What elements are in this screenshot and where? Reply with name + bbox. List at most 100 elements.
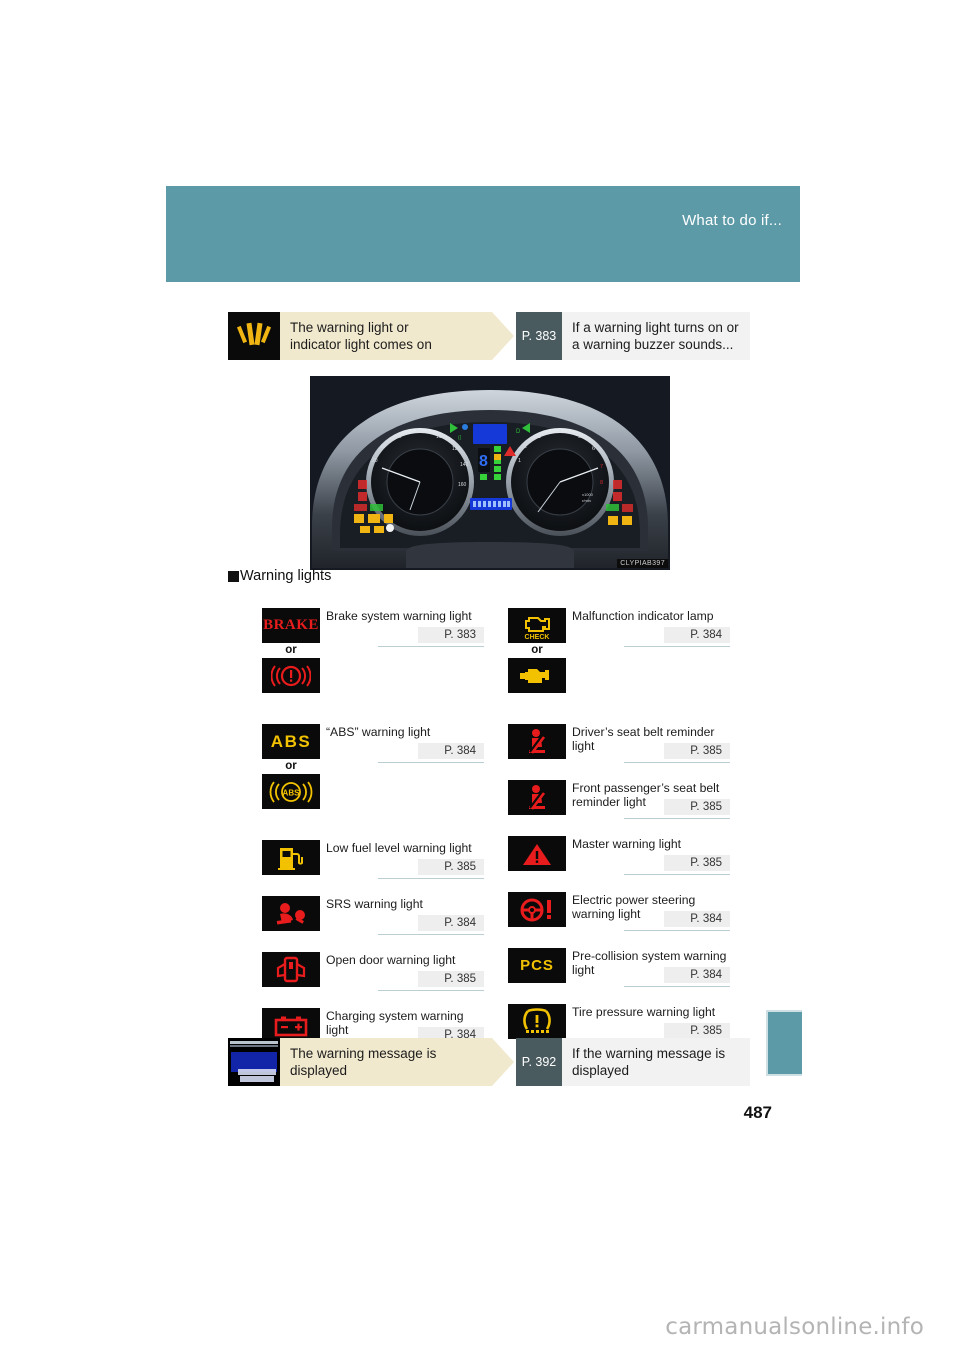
page-number: 487 bbox=[743, 1103, 772, 1122]
page-reference[interactable]: P. 385 bbox=[664, 743, 730, 759]
row-body: Open door warning light P. 385 bbox=[320, 952, 484, 991]
bottom-flow-banner: The warning message is displayed P. 392 … bbox=[228, 1038, 750, 1086]
section-heading-text: Warning lights bbox=[240, 568, 332, 584]
icon-stack bbox=[508, 836, 566, 871]
page-reference[interactable]: P. 384 bbox=[664, 911, 730, 927]
row-body: Driver’s seat belt reminder light P. 385 bbox=[566, 724, 730, 763]
table-row: Open door warning light P. 385 bbox=[262, 952, 484, 996]
display-text-line-1 bbox=[238, 1069, 276, 1075]
battery-art bbox=[274, 1016, 308, 1036]
page-reference[interactable]: P. 384 bbox=[418, 915, 484, 931]
row-label: Open door warning light bbox=[326, 953, 456, 967]
page-reference[interactable]: P. 385 bbox=[418, 859, 484, 875]
icon-stack: BRAKE or bbox=[262, 608, 320, 693]
warning-lights-right-column: CHECK or Malfunction indicator lamp P. 3… bbox=[508, 608, 730, 1060]
abs-circle-art: ABS bbox=[269, 780, 313, 803]
page-reference[interactable]: P. 384 bbox=[418, 743, 484, 759]
brake-circle-exclamation-icon bbox=[262, 658, 320, 693]
engine-art bbox=[520, 668, 549, 683]
tire-pressure-icon bbox=[508, 1004, 566, 1039]
top-flow-banner: The warning light or indicator light com… bbox=[228, 312, 750, 360]
or-separator: or bbox=[285, 644, 297, 656]
svg-text:80: 80 bbox=[416, 429, 422, 435]
page-reference[interactable]: P. 385 bbox=[664, 1023, 730, 1039]
table-row: Driver’s seat belt reminder light P. 385 bbox=[508, 724, 730, 768]
condition-box: The warning message is displayed bbox=[280, 1038, 492, 1086]
svg-text:7: 7 bbox=[600, 464, 603, 470]
row-divider bbox=[624, 762, 730, 763]
row-divider bbox=[624, 986, 730, 987]
fuel-pump-art bbox=[278, 847, 303, 870]
brake-text-icon: BRAKE bbox=[262, 608, 320, 643]
row-body: Brake system warning light P. 383 bbox=[320, 608, 484, 647]
abs-circle-icon: ABS bbox=[262, 774, 320, 809]
svg-text:8: 8 bbox=[479, 453, 488, 470]
fuel-pump-icon bbox=[262, 840, 320, 875]
page-reference[interactable]: P. 384 bbox=[664, 967, 730, 983]
seat-belt-icon bbox=[508, 780, 566, 815]
seat-belt-art bbox=[529, 728, 546, 754]
abs-icon-label: ABS bbox=[270, 732, 312, 751]
brake-icon-label: BRAKE bbox=[263, 617, 319, 633]
icon-stack bbox=[508, 1004, 566, 1039]
row-body: Malfunction indicator lamp P. 384 bbox=[566, 608, 730, 647]
svg-text:20: 20 bbox=[372, 458, 378, 464]
site-watermark: carmanualsonline.info bbox=[665, 1314, 924, 1340]
svg-text:r/min: r/min bbox=[582, 498, 591, 503]
icon-stack: ABS or ABS bbox=[262, 724, 320, 809]
section-edge-tab bbox=[766, 1010, 802, 1076]
row-body: Low fuel level warning light P. 385 bbox=[320, 840, 484, 879]
instrument-cluster-photo: 20 40 60 80 100 120 140 160 123 456 78 x1000 … bbox=[310, 376, 670, 570]
manual-page: What to do if... The warning light or in… bbox=[0, 0, 960, 1358]
page-reference[interactable]: P. 383 bbox=[418, 627, 484, 643]
page-reference-chip[interactable]: P. 383 bbox=[516, 312, 562, 360]
svg-text:8: 8 bbox=[600, 480, 603, 486]
pcs-icon-label: PCS bbox=[520, 957, 554, 974]
table-row: SRS warning light P. 384 bbox=[262, 896, 484, 940]
open-door-icon bbox=[262, 952, 320, 987]
page-reference[interactable]: P. 385 bbox=[664, 799, 730, 815]
flow-arrow-icon bbox=[492, 312, 514, 360]
row-divider bbox=[624, 930, 730, 931]
seat-belt-icon bbox=[508, 724, 566, 759]
table-row: Low fuel level warning light P. 385 bbox=[262, 840, 484, 884]
warning-flare-icon bbox=[228, 312, 280, 360]
svg-text:x1000: x1000 bbox=[582, 492, 594, 497]
or-separator: or bbox=[285, 760, 297, 772]
icon-stack bbox=[262, 952, 320, 987]
row-divider bbox=[378, 646, 484, 647]
engine-check-art: CHECK bbox=[525, 616, 550, 641]
chapter-header-bar: What to do if... bbox=[166, 186, 800, 282]
master-warning-triangle-icon bbox=[508, 836, 566, 871]
row-body: Tire pressure warning light P. 385 bbox=[566, 1004, 730, 1043]
row-divider bbox=[624, 874, 730, 875]
page-reference-chip[interactable]: P. 392 bbox=[516, 1038, 562, 1086]
table-row: CHECK or Malfunction indicator lamp P. 3… bbox=[508, 608, 730, 712]
result-text: If a warning light turns on or a warning… bbox=[572, 319, 739, 352]
seat-belt-art bbox=[529, 784, 546, 810]
row-label: Malfunction indicator lamp bbox=[572, 609, 714, 623]
page-reference[interactable]: P. 384 bbox=[664, 627, 730, 643]
photo-caption: CLYPIAB397 bbox=[617, 559, 668, 568]
condition-text: The warning message is displayed bbox=[290, 1045, 437, 1078]
result-box: If a warning light turns on or a warning… bbox=[562, 312, 750, 360]
result-box: If the warning message is displayed bbox=[562, 1038, 750, 1086]
icon-stack bbox=[508, 724, 566, 759]
result-text: If the warning message is displayed bbox=[572, 1045, 726, 1078]
row-body: Master warning light P. 385 bbox=[566, 836, 730, 875]
icon-stack bbox=[262, 896, 320, 931]
svg-text:120: 120 bbox=[452, 446, 461, 452]
row-body: Pre-collision system warning light P. 38… bbox=[566, 948, 730, 987]
display-screen bbox=[231, 1052, 277, 1082]
page-reference[interactable]: P. 385 bbox=[664, 855, 730, 871]
flow-arrow-icon bbox=[492, 1038, 514, 1086]
row-divider bbox=[624, 818, 730, 819]
condition-text: The warning light or indicator light com… bbox=[290, 319, 432, 352]
icon-stack: CHECK or bbox=[508, 608, 566, 693]
srs-airbag-art bbox=[276, 902, 305, 924]
row-body: Front passenger’s seat belt reminder lig… bbox=[566, 780, 730, 819]
master-warning-art bbox=[523, 843, 551, 865]
svg-text:140: 140 bbox=[460, 462, 469, 468]
page-reference[interactable]: P. 385 bbox=[418, 971, 484, 987]
row-divider bbox=[378, 934, 484, 935]
